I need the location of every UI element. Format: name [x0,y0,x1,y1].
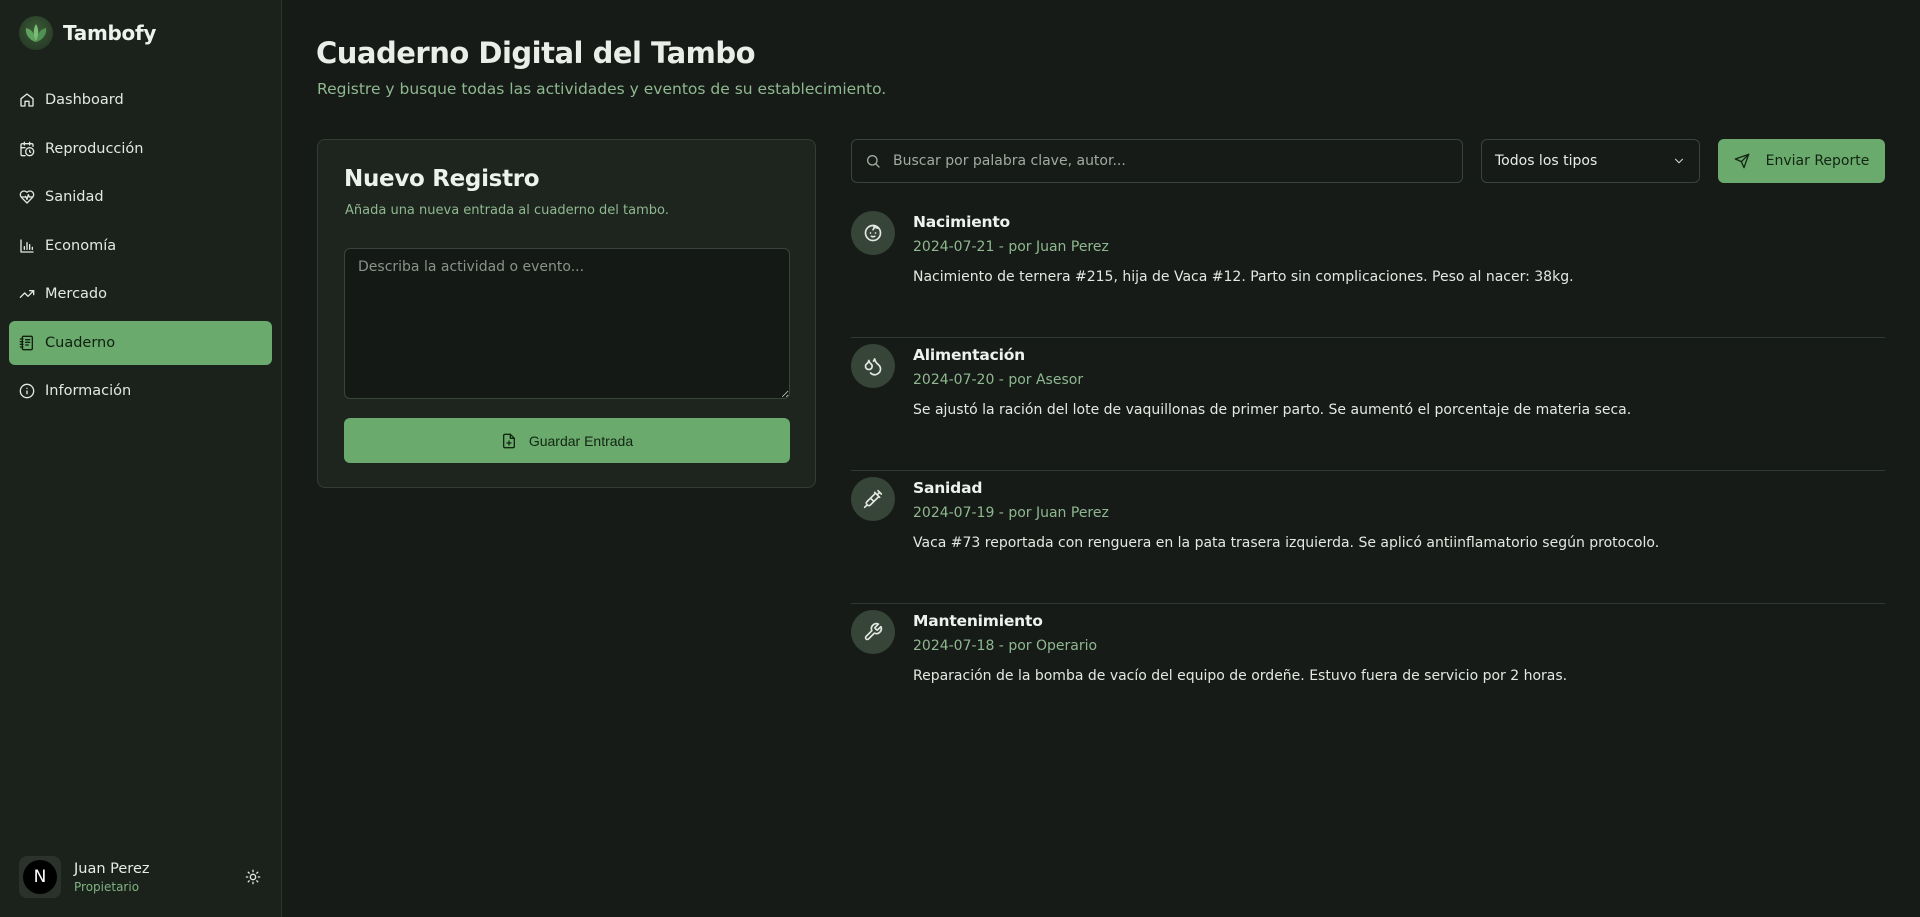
sidebar-nav: Dashboard Reproducción Sanidad Economía … [9,78,272,418]
type-filter-select[interactable]: Todos los tipos [1481,139,1700,183]
sidebar-item-label: Información [45,383,132,399]
file-plus-icon [502,433,515,448]
search-input[interactable] [893,153,1433,169]
entry-title: Alimentación [913,346,1025,364]
sidebar-item-dashboard[interactable]: Dashboard [9,78,272,122]
sidebar: Tambofy Dashboard Reproducción Sanidad E… [0,0,282,917]
notebook-icon [19,335,33,350]
card-title: Nuevo Registro [344,166,540,192]
entry-text: Vaca #73 reportada con renguera en la pa… [913,535,1660,551]
sun-icon [245,869,261,885]
search-box[interactable] [851,139,1463,183]
sidebar-item-label: Mercado [45,286,108,302]
wrench-icon [851,610,895,654]
sidebar-item-economia[interactable]: Economía [9,224,272,268]
chevron-down-icon [1674,158,1684,164]
baby-icon [851,211,895,255]
list-item[interactable]: Sanidad 2024-07-19 - por Juan Perez Vaca… [851,471,1885,604]
theme-toggle-button[interactable] [242,866,264,888]
droplets-icon [851,344,895,388]
entry-text: Nacimiento de ternera #215, hija de Vaca… [913,269,1574,285]
avatar[interactable]: N [19,856,61,898]
save-entry-label: Guardar Entrada [528,432,634,449]
send-icon [1734,153,1749,169]
sidebar-item-label: Economía [45,237,117,254]
entry-list: Nacimiento 2024-07-21 - por Juan Perez N… [851,205,1885,737]
entry-title: Mantenimiento [913,612,1043,630]
sidebar-item-reproduccion[interactable]: Reproducción [9,127,272,171]
new-entry-card: Nuevo Registro Añada una nueva entrada a… [317,139,816,488]
entry-textarea[interactable] [344,248,790,399]
sidebar-item-label: Cuaderno [45,334,116,351]
type-filter-value: Todos los tipos [1495,153,1598,169]
page-title: Cuaderno Digital del Tambo [316,36,756,70]
trending-up-icon [19,290,35,298]
entry-meta: 2024-07-18 - por Operario [913,638,1098,654]
sidebar-item-informacion[interactable]: Información [9,369,272,413]
list-item[interactable]: Mantenimiento 2024-07-18 - por Operario … [851,604,1885,737]
list-item[interactable]: Nacimiento 2024-07-21 - por Juan Perez N… [851,205,1885,338]
avatar-initial: N [23,860,57,894]
search-icon [867,155,880,168]
sidebar-item-label: Dashboard [45,92,124,108]
user-name: Juan Perez [74,860,150,877]
user-role: Propietario [74,879,140,894]
send-report-button[interactable]: Enviar Reporte [1718,139,1885,183]
page-subtitle: Registre y busque todas las actividades … [317,80,887,98]
sidebar-item-mercado[interactable]: Mercado [9,272,272,316]
bar-chart-icon [20,238,34,253]
save-entry-button[interactable]: Guardar Entrada [344,418,790,463]
entry-title: Sanidad [913,479,983,497]
home-icon [20,93,34,107]
user-profile[interactable]: N Juan Perez Propietario [19,855,264,899]
list-item[interactable]: Alimentación 2024-07-20 - por Asesor Se … [851,338,1885,471]
sidebar-item-label: Sanidad [45,189,104,205]
entry-meta: 2024-07-19 - por Juan Perez [913,505,1109,521]
sidebar-item-label: Reproducción [45,140,144,157]
sidebar-item-cuaderno[interactable]: Cuaderno [9,320,272,365]
syringe-icon [851,477,895,521]
entry-meta: 2024-07-20 - por Asesor [913,372,1084,388]
send-report-label: Enviar Reporte [1765,153,1870,169]
leaf-logo-icon [19,16,53,50]
entry-text: Se ajustó la ración del lote de vaquillo… [913,402,1632,418]
heart-pulse-icon [19,190,35,204]
brand-name: Tambofy [63,21,157,45]
card-subtitle: Añada una nueva entrada al cuaderno del … [345,203,669,218]
entry-title: Nacimiento [913,213,1011,231]
calendar-clock-icon [20,141,35,156]
entry-meta: 2024-07-21 - por Juan Perez [913,239,1109,255]
sidebar-item-sanidad[interactable]: Sanidad [9,175,272,219]
info-icon [19,383,35,399]
brand[interactable]: Tambofy [19,15,156,51]
entry-text: Reparación de la bomba de vacío del equi… [913,668,1568,684]
